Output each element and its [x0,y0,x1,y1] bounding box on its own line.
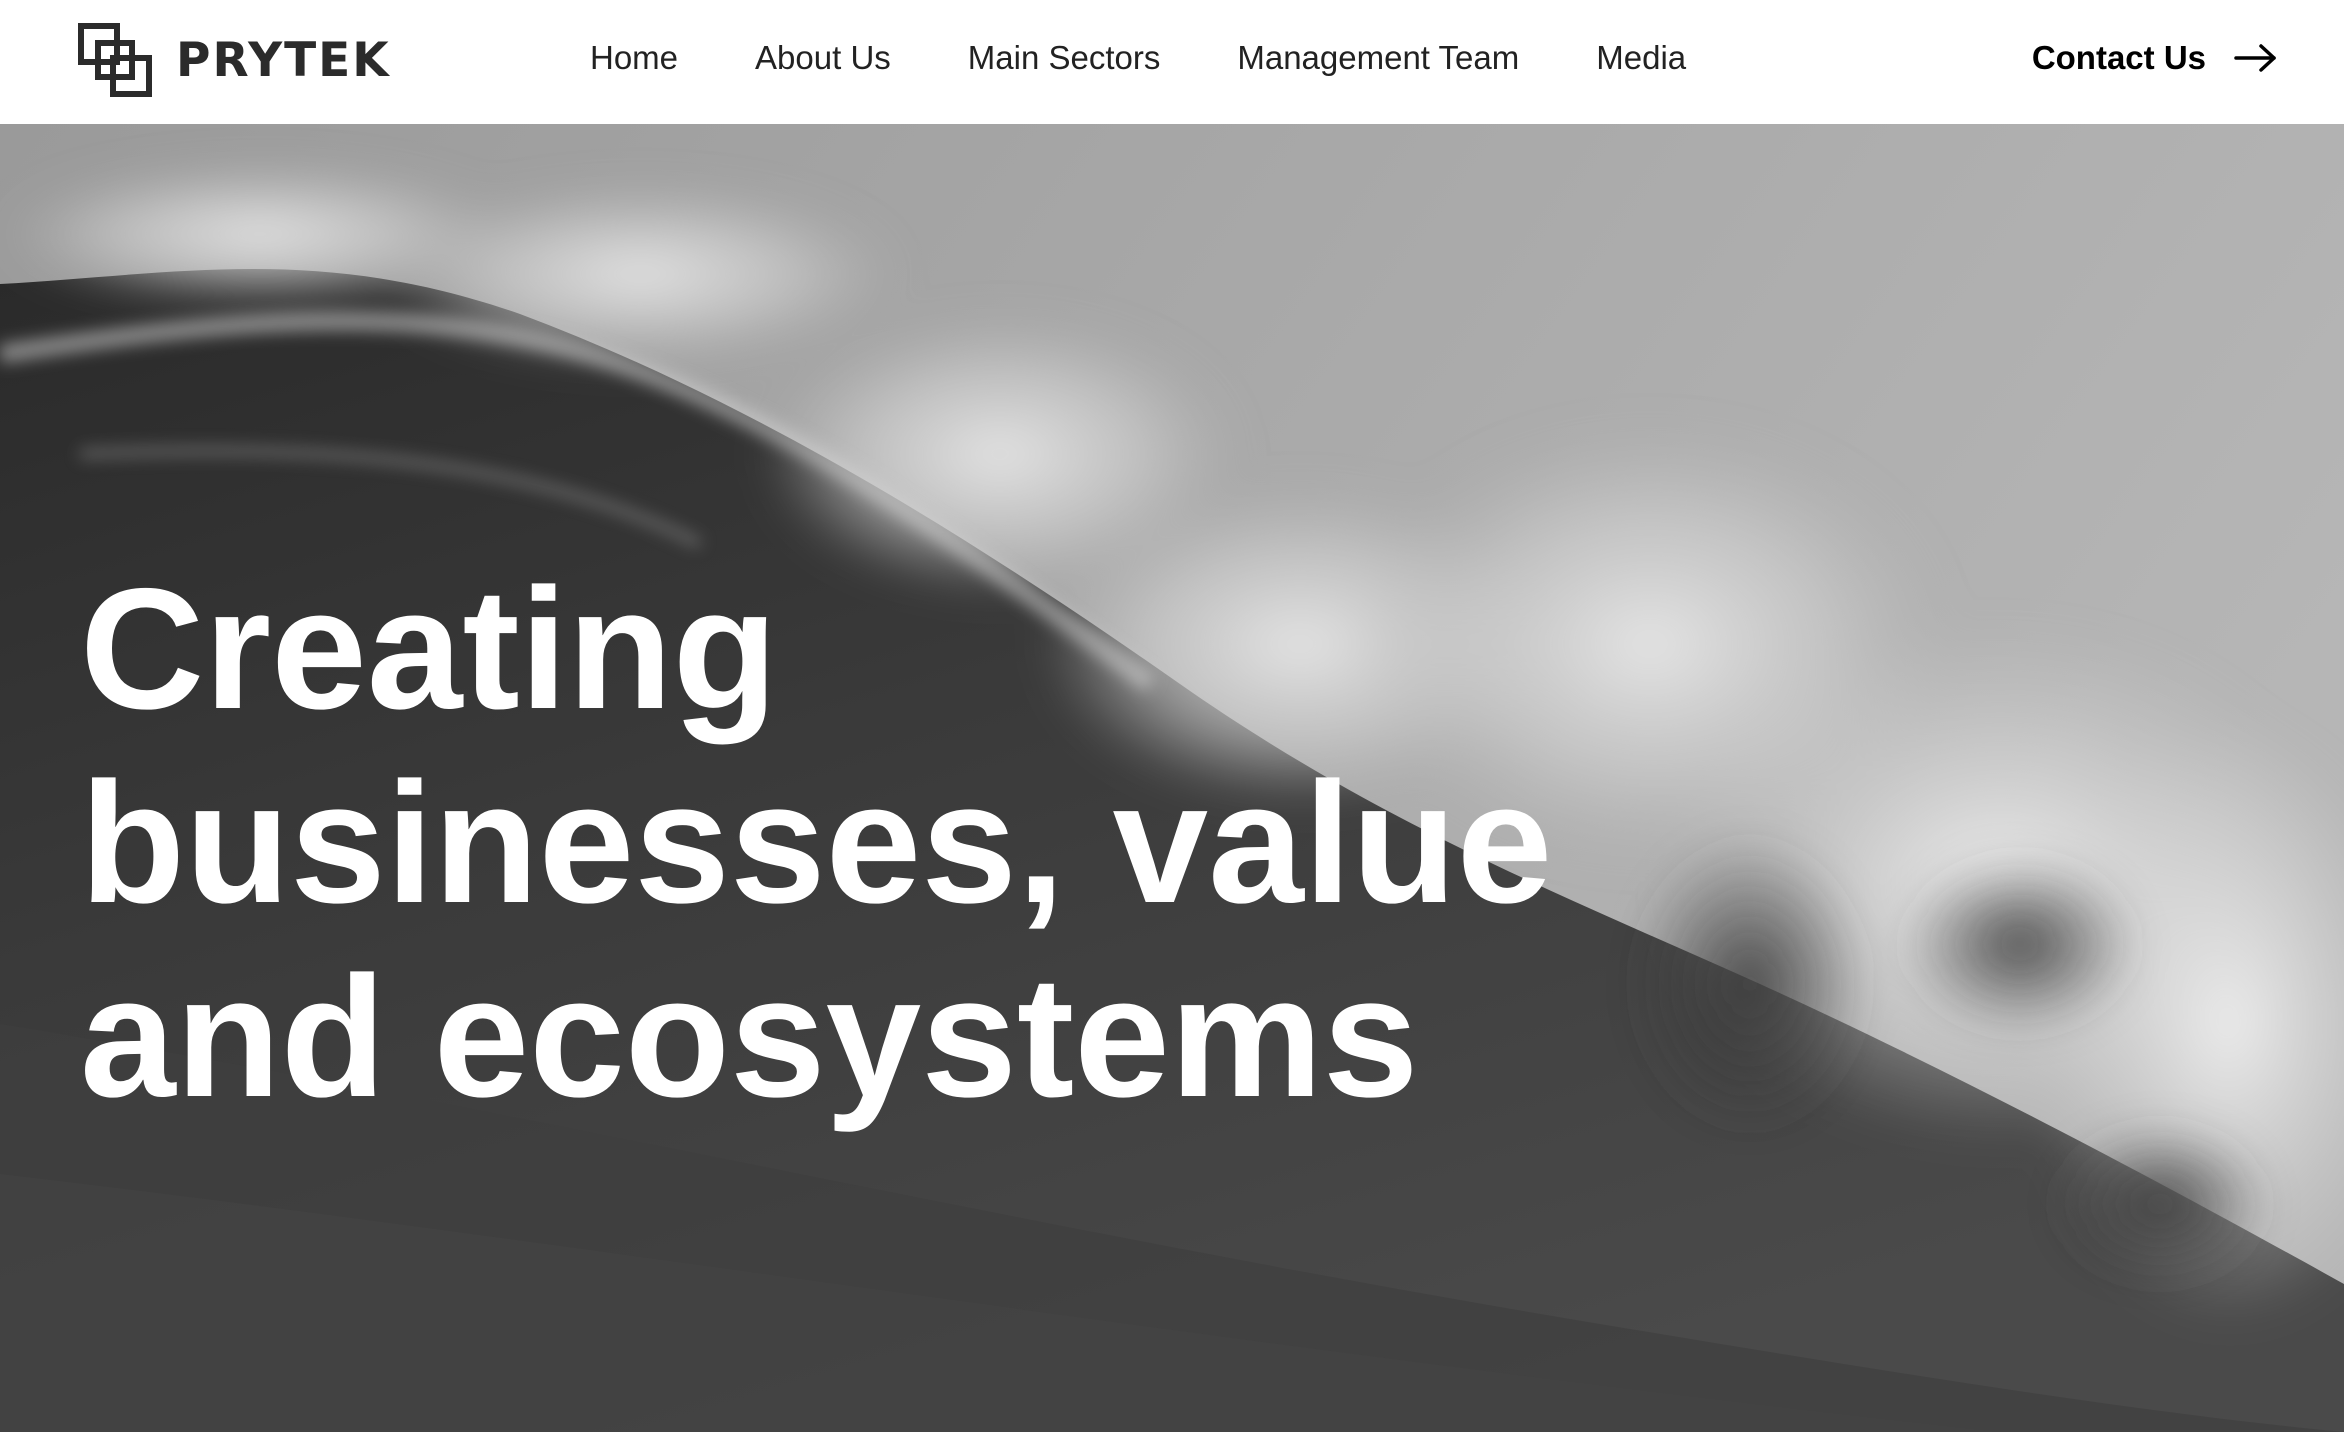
brand-logo-link[interactable]: PRYTEK [78,22,391,98]
nav-item-about-us[interactable]: About Us [755,39,891,77]
hero-title: Creating businesses, value and ecosystem… [80,552,1880,1134]
nav-item-management-team[interactable]: Management Team [1237,39,1519,77]
contact-us-button[interactable]: Contact Us [2032,0,2278,116]
hero-section: Creating businesses, value and ecosystem… [0,124,2344,1432]
nav-item-home[interactable]: Home [590,39,678,77]
nav-item-media[interactable]: Media [1596,39,1686,77]
interlocking-squares-icon [78,23,152,97]
brand-name: PRYTEK [176,32,391,88]
arrow-right-icon [2234,44,2276,72]
site-header: PRYTEK Home About Us Main Sectors Manage… [0,0,2344,124]
nav-item-main-sectors[interactable]: Main Sectors [968,39,1161,77]
hero-title-line-2: businesses, value [80,747,1553,939]
hero-title-line-1: Creating [80,553,778,745]
contact-us-label: Contact Us [2031,39,2206,76]
hero-title-line-3: and ecosystems [80,941,1419,1133]
main-nav: Home About Us Main Sectors Management Te… [590,0,1763,116]
